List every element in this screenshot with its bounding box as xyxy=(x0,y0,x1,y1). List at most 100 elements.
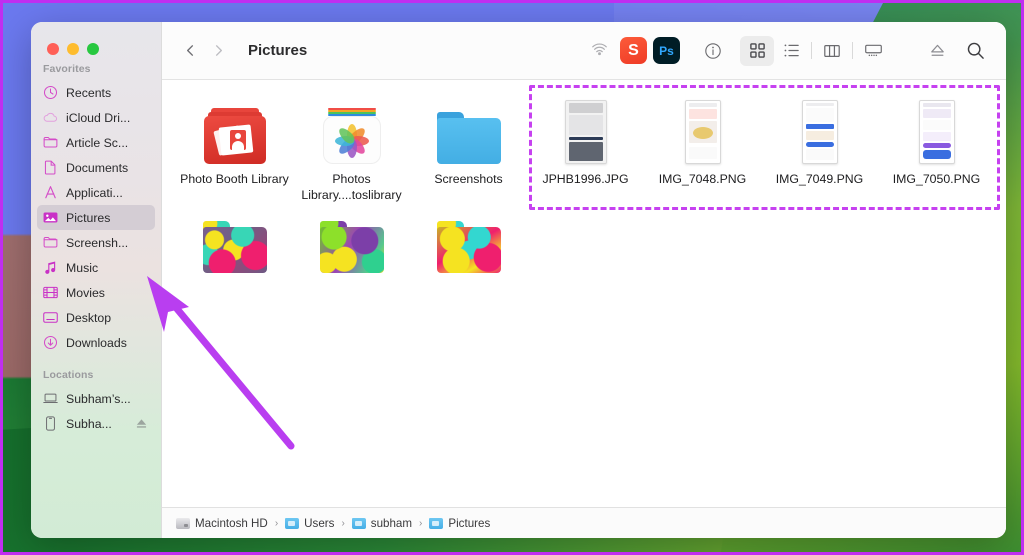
image-thumbnail-icon xyxy=(564,98,607,164)
sidebar-item-documents[interactable]: Documents xyxy=(37,155,155,180)
screenshot-root: Favorites Recents iCloud Dri... Article … xyxy=(0,0,1024,555)
setapp-app-icon[interactable]: S xyxy=(620,37,647,64)
breadcrumb-users[interactable]: Users xyxy=(285,517,334,530)
file-name: IMG_7049.PNG xyxy=(775,172,864,186)
sidebar-item-label: Article Sc... xyxy=(66,135,129,150)
file-item[interactable]: IMG_7048.PNG xyxy=(644,94,761,203)
minimize-button[interactable] xyxy=(67,43,79,55)
sidebar-item-applications[interactable]: Applicati... xyxy=(37,180,155,205)
pictures-icon xyxy=(43,210,58,225)
toolbar-divider xyxy=(852,42,853,59)
cloud-icon xyxy=(43,110,58,125)
sidebar-item-label: Screensh... xyxy=(66,235,129,250)
breadcrumb-macintosh-hd[interactable]: Macintosh HD xyxy=(176,517,268,530)
icon-view-button[interactable] xyxy=(740,35,774,66)
file-item[interactable] xyxy=(176,203,293,280)
sidebar-item-subha-iphone[interactable]: Subha... xyxy=(37,411,155,436)
folder-icon xyxy=(43,135,58,150)
sidebar-item-recents[interactable]: Recents xyxy=(37,80,155,105)
back-button[interactable] xyxy=(176,37,204,65)
breadcrumb-separator: › xyxy=(274,517,279,529)
file-item[interactable]: IMG_7049.PNG xyxy=(761,94,878,203)
window-body: Favorites Recents iCloud Dri... Article … xyxy=(31,22,1006,538)
desktop-icon xyxy=(43,310,58,325)
sidebar-item-label: Subham’s... xyxy=(66,391,131,406)
file-name: IMG_7048.PNG xyxy=(658,172,747,186)
toolbar-view-controls xyxy=(696,35,890,66)
sidebar-item-pictures[interactable]: Pictures xyxy=(37,205,155,230)
sidebar-item-screenshots[interactable]: Screensh... xyxy=(37,230,155,255)
patterned-folder-icon xyxy=(319,207,384,273)
music-note-icon xyxy=(43,260,58,275)
download-icon xyxy=(43,335,58,350)
file-item[interactable]: Screenshots xyxy=(410,94,527,203)
sidebar-item-label: iCloud Dri... xyxy=(66,110,131,125)
sidebar-item-icloud-drive[interactable]: iCloud Dri... xyxy=(37,105,155,130)
folder-icon xyxy=(285,517,300,529)
file-item[interactable] xyxy=(410,203,527,280)
hard-disk-icon xyxy=(176,517,190,529)
patterned-folder-icon xyxy=(436,207,501,273)
zoom-button[interactable] xyxy=(87,43,99,55)
breadcrumb-pictures[interactable]: Pictures xyxy=(429,517,490,530)
finder-sidebar: Favorites Recents iCloud Dri... Article … xyxy=(31,22,161,538)
sidebar-item-movies[interactable]: Movies xyxy=(37,280,155,305)
laptop-icon xyxy=(43,391,58,406)
file-item[interactable]: IMG_7050.PNG xyxy=(878,94,995,203)
breadcrumb-label: Users xyxy=(304,516,335,530)
file-name: Screenshots xyxy=(434,172,503,186)
sidebar-heading-favorites: Favorites xyxy=(43,63,91,75)
file-item[interactable]: JPHB1996.JPG xyxy=(527,94,644,203)
breadcrumb-subham[interactable]: subham xyxy=(351,516,413,530)
info-button[interactable] xyxy=(696,36,730,66)
file-grid: Photo Booth Library Photos Library....to… xyxy=(162,80,1006,507)
folder-icon xyxy=(351,517,366,529)
close-button[interactable] xyxy=(47,43,59,55)
breadcrumb-label: subham xyxy=(370,516,413,530)
search-icon[interactable] xyxy=(960,36,990,66)
image-thumbnail-icon xyxy=(918,98,955,164)
finder-window: Favorites Recents iCloud Dri... Article … xyxy=(31,22,1006,538)
iphone-icon xyxy=(43,416,58,431)
sidebar-item-label: Applicati... xyxy=(66,185,123,200)
film-icon xyxy=(43,285,58,300)
airdrop-icon[interactable] xyxy=(584,36,614,66)
column-view-button[interactable] xyxy=(815,36,849,66)
patterned-folder-icon xyxy=(202,207,267,273)
photo-booth-library-icon xyxy=(203,98,266,164)
folder-icon xyxy=(43,235,58,250)
sidebar-item-music[interactable]: Music xyxy=(37,255,155,280)
breadcrumb-separator: › xyxy=(341,517,345,529)
file-item[interactable] xyxy=(293,203,410,280)
gallery-view-button[interactable] xyxy=(856,36,890,66)
sidebar-item-downloads[interactable]: Downloads xyxy=(37,330,155,355)
finder-content: Pictures S Ps Photo Booth Library Photos… xyxy=(161,22,1006,538)
document-icon xyxy=(43,160,58,175)
blue-folder-icon xyxy=(436,98,501,164)
file-name: JPHB1996.JPG xyxy=(542,172,629,186)
sidebar-item-label: Movies xyxy=(66,285,105,300)
sidebar-item-label: Downloads xyxy=(66,335,127,350)
file-item[interactable]: Photo Booth Library xyxy=(176,94,293,203)
page-title: Pictures xyxy=(248,42,308,59)
sidebar-heading-locations: Locations xyxy=(43,369,94,381)
clock-icon xyxy=(43,85,58,100)
eject-icon[interactable] xyxy=(134,416,149,431)
forward-button[interactable] xyxy=(204,37,232,65)
breadcrumb-separator: › xyxy=(419,517,423,529)
eject-icon[interactable] xyxy=(922,36,952,66)
window-traffic-lights xyxy=(47,43,99,55)
file-item[interactable]: Photos Library....toslibrary xyxy=(293,94,410,203)
sidebar-item-label: Recents xyxy=(66,85,112,100)
file-name: Photos Library....toslibrary xyxy=(301,172,402,202)
image-thumbnail-icon xyxy=(684,98,721,164)
sidebar-item-label: Documents xyxy=(66,160,129,175)
sidebar-item-label: Music xyxy=(66,260,99,275)
sidebar-item-article-screenshots[interactable]: Article Sc... xyxy=(37,130,155,155)
sidebar-item-desktop[interactable]: Desktop xyxy=(37,305,155,330)
photoshop-app-icon[interactable]: Ps xyxy=(653,37,680,64)
path-bar: Macintosh HD › Users › subham › Pictures xyxy=(162,507,1006,538)
sidebar-item-label: Desktop xyxy=(66,310,112,325)
list-view-button[interactable] xyxy=(774,36,808,66)
sidebar-item-subhams-mac[interactable]: Subham’s... xyxy=(37,386,155,411)
